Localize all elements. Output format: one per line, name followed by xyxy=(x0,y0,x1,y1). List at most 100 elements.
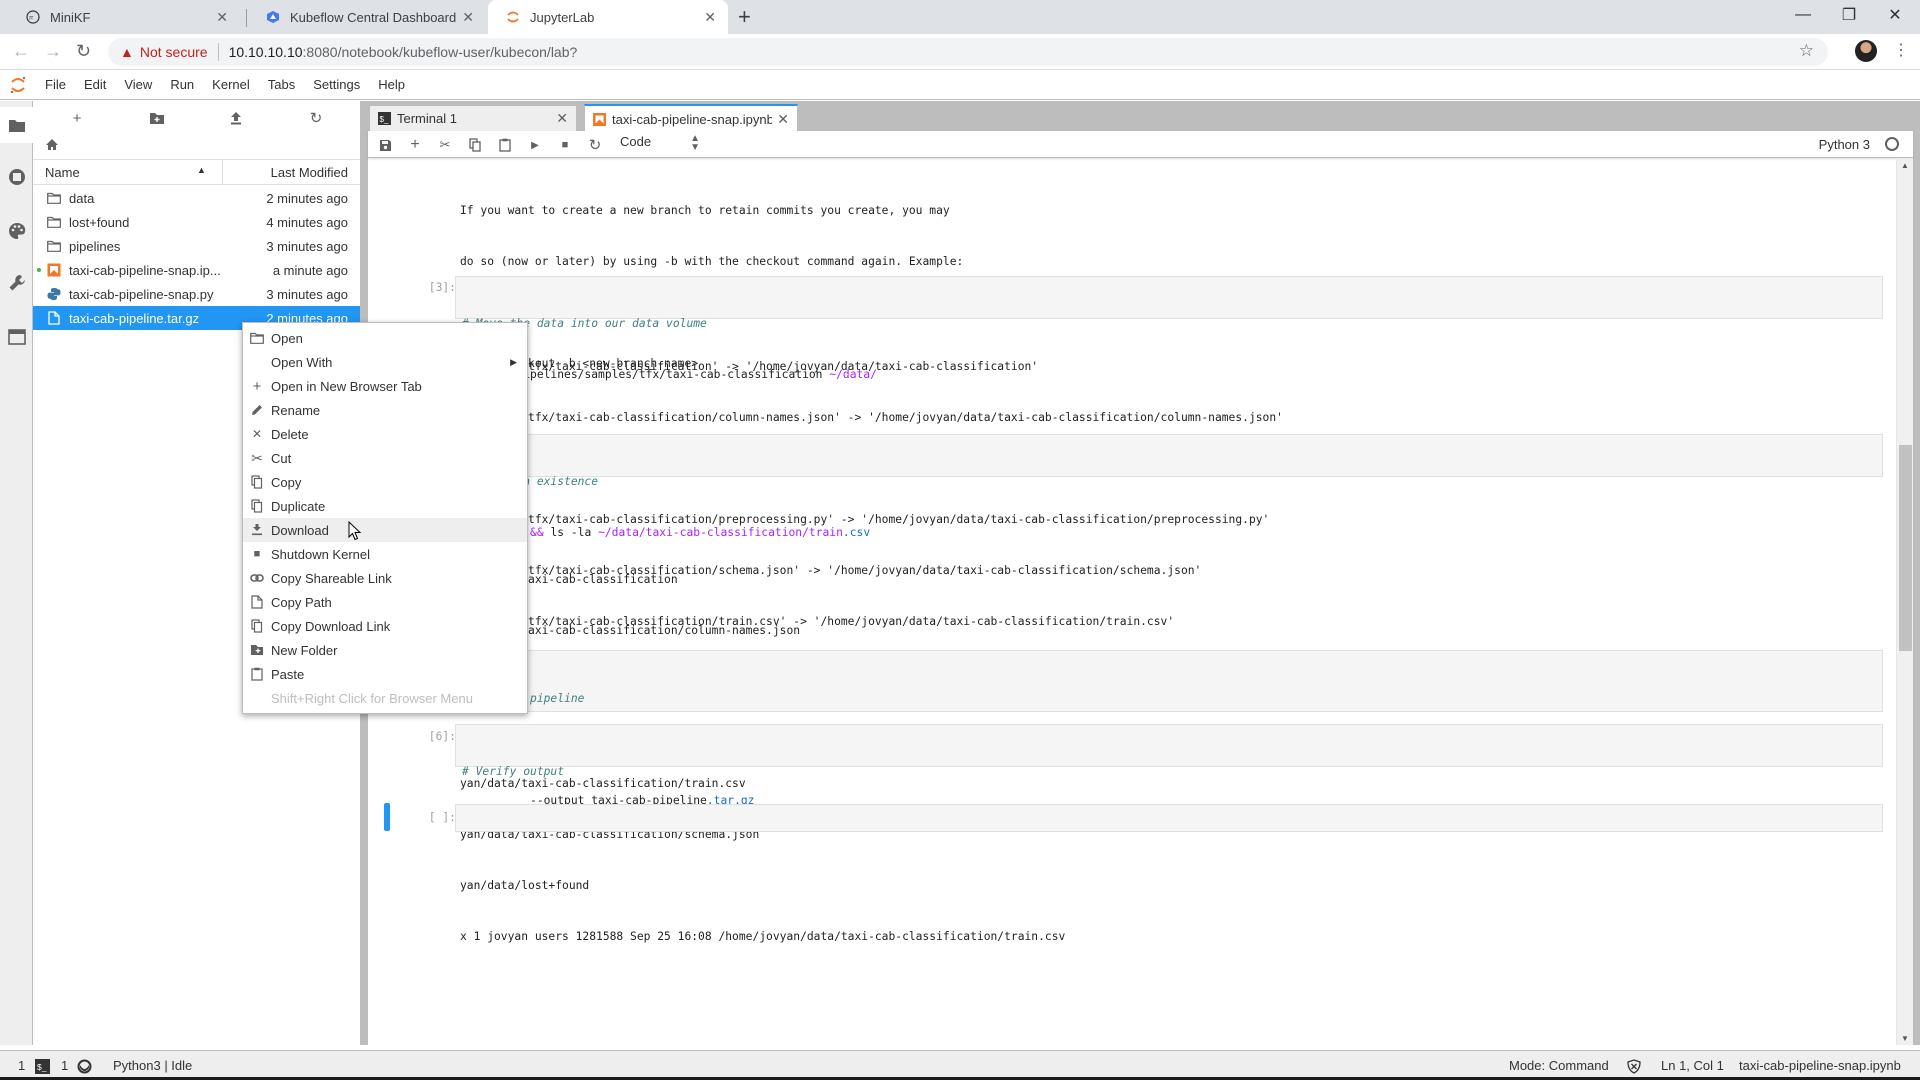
menu-item-duplicate[interactable]: Duplicate xyxy=(243,494,527,518)
menu-view[interactable]: View xyxy=(115,77,161,92)
cursor-position[interactable]: Ln 1, Col 1 xyxy=(1661,1058,1724,1073)
menu-item-cut[interactable]: ✂ Cut xyxy=(243,446,527,470)
terminal-icon: $_ xyxy=(35,1059,50,1077)
notebook-content[interactable]: If you want to create a new branch to re… xyxy=(368,159,1896,1045)
scissors-icon: ✂ xyxy=(251,449,263,466)
file-row[interactable]: pipelines 3 minutes ago xyxy=(33,234,360,258)
folder-icon[interactable] xyxy=(0,107,34,143)
more-options-icon[interactable]: ⋮ xyxy=(1893,40,1909,60)
folder-icon xyxy=(249,330,265,346)
stop-icon[interactable]: ■ xyxy=(555,135,575,155)
code-cell-input[interactable]: # Move the data into our data volume !cp… xyxy=(455,276,1883,381)
file-row[interactable]: lost+found 4 minutes ago xyxy=(33,210,360,234)
kernel-status[interactable]: Python3 | Idle xyxy=(113,1058,192,1073)
notebook-toolbar: + ✂ ▶ ■ ↻ Code ▲ ▼ Python 3 xyxy=(368,131,1913,158)
menu-settings[interactable]: Settings xyxy=(304,77,369,92)
window-close-icon[interactable]: ✕ xyxy=(1872,0,1918,30)
new-launcher-button[interactable]: + xyxy=(65,108,89,128)
code-cell-input[interactable]: the pipeline ile --py taxi-cab-pipeline-… xyxy=(455,650,1883,807)
file-name: taxi-cab-pipeline-snap.ip... xyxy=(69,262,221,278)
menu-item-copy[interactable]: Copy xyxy=(243,470,527,494)
restore-icon[interactable]: ❐ xyxy=(1826,0,1872,30)
address-bar-row: ← → ↻ ▲ Not secure 10.10.10.10 :8080/not… xyxy=(0,34,1920,70)
upload-icon[interactable] xyxy=(224,108,248,128)
close-icon: ✕ xyxy=(251,427,263,441)
code-cell-input[interactable]: data existence ata && ls -la ~/data/taxi… xyxy=(455,434,1883,539)
reload-icon[interactable]: ↻ xyxy=(76,41,91,62)
browser-tab-jupyterlab[interactable]: JupyterLab ✕ xyxy=(488,0,728,34)
paste-icon[interactable] xyxy=(495,135,515,155)
running-indicator xyxy=(37,268,41,272)
paste-icon xyxy=(249,666,265,682)
new-folder-icon[interactable] xyxy=(145,108,169,128)
column-header-name[interactable]: Name xyxy=(45,165,80,180)
tab-terminal-1[interactable]: $_ Terminal 1 ✕ xyxy=(369,105,577,131)
run-icon[interactable]: ▶ xyxy=(525,135,545,155)
close-icon[interactable]: ✕ xyxy=(556,110,568,127)
menu-item-open[interactable]: Open xyxy=(243,326,527,350)
bookmark-star-icon[interactable]: ☆ xyxy=(1799,41,1814,61)
tab-separator xyxy=(246,9,247,27)
minikf-logo-icon: rr xyxy=(26,10,40,24)
restart-icon[interactable]: ↻ xyxy=(585,135,605,155)
tab-notebook[interactable]: taxi-cab-pipeline-snap.ipynb ✕ xyxy=(584,104,798,132)
menu-file[interactable]: File xyxy=(36,77,75,92)
close-icon[interactable]: ✕ xyxy=(216,9,228,26)
menu-item-open-new-tab[interactable]: + Open in New Browser Tab xyxy=(243,374,527,398)
menu-item-copy-path[interactable]: Copy Path xyxy=(243,590,527,614)
close-icon[interactable]: ✕ xyxy=(704,9,716,26)
scroll-up-icon[interactable]: ▲ xyxy=(1901,161,1909,170)
back-arrow-icon[interactable]: ← xyxy=(12,41,30,62)
minimize-icon[interactable]: — xyxy=(1780,0,1826,30)
palette-icon[interactable] xyxy=(0,213,33,249)
wrench-icon[interactable] xyxy=(0,265,33,301)
security-label[interactable]: Not secure xyxy=(140,44,208,60)
file-icon xyxy=(46,310,62,326)
menu-tabs[interactable]: Tabs xyxy=(259,77,304,92)
kernels-count[interactable]: 1 xyxy=(61,1058,68,1073)
trusted-shield-icon[interactable] xyxy=(1627,1059,1641,1077)
avatar[interactable] xyxy=(1855,40,1877,62)
code-cell-input[interactable]: # Verify output !tar tzvf taxi-cab-pipel… xyxy=(455,724,1883,829)
url-input[interactable]: ▲ Not secure 10.10.10.10 :8080/notebook/… xyxy=(108,38,1828,66)
browser-tab-kubeflow[interactable]: Kubeflow Central Dashboard ✕ xyxy=(248,0,486,34)
close-icon[interactable]: ✕ xyxy=(777,111,789,128)
menu-item-download[interactable]: Download xyxy=(243,518,527,542)
forward-arrow-icon[interactable]: → xyxy=(44,41,62,62)
scroll-down-icon[interactable]: ▼ xyxy=(1901,1034,1909,1043)
column-header-modified[interactable]: Last Modified xyxy=(271,165,348,180)
notebook-scrollbar[interactable]: ▲ ▼ xyxy=(1896,159,1913,1045)
home-icon[interactable] xyxy=(45,138,59,156)
menu-item-shutdown-kernel[interactable]: ■ Shutdown Kernel xyxy=(243,542,527,566)
cell-type-select[interactable]: Code ▲ ▼ xyxy=(620,134,700,154)
menu-item-paste[interactable]: Paste xyxy=(243,662,527,686)
menu-kernel[interactable]: Kernel xyxy=(203,77,259,92)
menu-help[interactable]: Help xyxy=(369,77,414,92)
svg-text:rr: rr xyxy=(29,16,33,22)
menu-item-delete[interactable]: ✕ Delete xyxy=(243,422,527,446)
insert-cell-icon[interactable]: + xyxy=(405,135,425,155)
save-icon[interactable] xyxy=(375,135,395,155)
kernel-name[interactable]: Python 3 xyxy=(1819,137,1870,152)
scrollbar-thumb[interactable] xyxy=(1899,445,1912,651)
cut-icon[interactable]: ✂ xyxy=(435,135,455,155)
new-tab-button[interactable]: + xyxy=(738,4,751,30)
code-cell-input-active[interactable] xyxy=(455,804,1883,832)
browser-tab-minikf[interactable]: rr MiniKF ✕ xyxy=(8,0,240,34)
menu-edit[interactable]: Edit xyxy=(75,77,115,92)
menu-item-copy-download-link[interactable]: Copy Download Link xyxy=(243,614,527,638)
tabs-icon[interactable] xyxy=(0,319,33,355)
file-row[interactable]: taxi-cab-pipeline-snap.ip... a minute ag… xyxy=(33,258,360,282)
terminals-count[interactable]: 1 xyxy=(18,1058,25,1073)
running-icon[interactable] xyxy=(0,159,33,195)
menu-item-rename[interactable]: Rename xyxy=(243,398,527,422)
menu-item-new-folder[interactable]: New Folder xyxy=(243,638,527,662)
menu-item-open-with[interactable]: Open With ▶ xyxy=(243,350,527,374)
close-icon[interactable]: ✕ xyxy=(462,9,474,26)
refresh-icon[interactable]: ↻ xyxy=(304,108,328,128)
copy-icon[interactable] xyxy=(465,135,485,155)
menu-item-copy-shareable-link[interactable]: Copy Shareable Link xyxy=(243,566,527,590)
file-row[interactable]: data 2 minutes ago xyxy=(33,186,360,210)
file-row[interactable]: taxi-cab-pipeline-snap.py 3 minutes ago xyxy=(33,282,360,306)
menu-run[interactable]: Run xyxy=(161,77,203,92)
